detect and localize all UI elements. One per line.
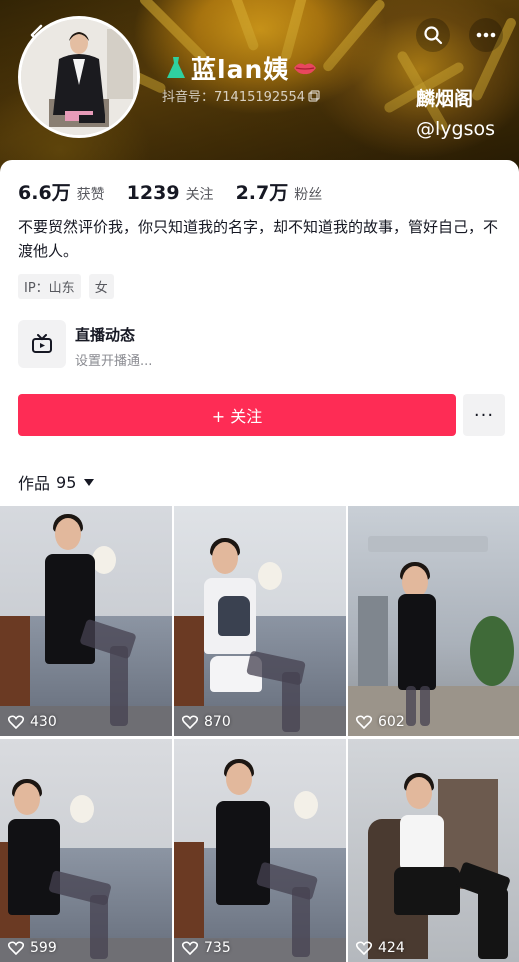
douyin-id-text: 抖音号：71415192554 [162, 90, 305, 105]
douyin-id[interactable]: 抖音号：71415192554 [162, 86, 320, 105]
bio-text: 不要贸然评价我，你只知道我的名字，却不知道我的故事，管好自己，不渡他人。 [18, 218, 499, 260]
heart-icon [356, 715, 372, 729]
copy-icon [308, 89, 320, 102]
like-count-text: 430 [30, 714, 57, 730]
video-tile[interactable]: 424 [348, 739, 519, 962]
stat-following[interactable]: 1239 关注 [127, 182, 214, 204]
like-count: 430 [8, 714, 57, 730]
more-icon [476, 32, 496, 38]
follow-button[interactable]: + 关注 [18, 394, 456, 436]
tv-icon [32, 334, 52, 353]
stat-followers[interactable]: 2.7万 粉丝 [236, 178, 323, 205]
watermark-title: 麟烟阁 [416, 88, 474, 110]
heart-icon [182, 715, 198, 729]
video-tile[interactable]: 599 [0, 739, 172, 962]
video-tile[interactable]: 430 [0, 506, 172, 736]
tag-gender: 女 [88, 274, 114, 299]
stat-label: 关注 [185, 187, 214, 203]
live-title[interactable]: 直播动态 [75, 324, 135, 345]
heart-icon [8, 941, 24, 955]
nickname: 蓝lan姨 [165, 50, 317, 86]
more-options-button[interactable] [469, 18, 503, 52]
chevron-down-icon [84, 478, 95, 486]
stats-row: 6.6万 获赞 1239 关注 2.7万 粉丝 [18, 178, 322, 205]
avatar-image [21, 19, 137, 135]
heart-icon [8, 715, 24, 729]
dress-icon [167, 57, 185, 78]
search-icon [424, 26, 443, 45]
stat-label: 粉丝 [294, 187, 323, 203]
stat-value: 1239 [126, 182, 180, 204]
search-button[interactable] [416, 18, 450, 52]
stat-label: 获赞 [76, 187, 105, 203]
more-actions-button[interactable]: ··· [463, 394, 505, 436]
like-count-text: 424 [378, 940, 405, 956]
like-count: 424 [356, 940, 405, 956]
heart-icon [182, 941, 198, 955]
like-count: 870 [182, 714, 231, 730]
tab-works[interactable]: 作品 95 [18, 470, 95, 494]
tag-ip-location: IP：山东 [18, 274, 81, 299]
stat-value: 6.6万 [18, 182, 71, 204]
video-tile[interactable]: 870 [174, 506, 346, 736]
avatar[interactable] [18, 16, 140, 138]
like-count-text: 602 [378, 714, 405, 730]
like-count-text: 599 [30, 940, 57, 956]
watermark-handle: @lygsos [416, 118, 496, 140]
works-count: 95 [56, 472, 77, 492]
video-tile[interactable]: 602 [348, 506, 519, 736]
video-tile[interactable]: 735 [174, 739, 346, 962]
stat-value: 2.7万 [235, 182, 289, 204]
live-subtitle: 设置开播通... [75, 354, 153, 369]
like-count: 602 [356, 714, 405, 730]
like-count-text: 870 [204, 714, 231, 730]
like-count-text: 735 [204, 940, 231, 956]
lips-icon [294, 63, 317, 75]
like-count: 599 [8, 940, 57, 956]
heart-icon [356, 941, 372, 955]
live-feed-button[interactable] [18, 320, 66, 368]
stat-likes[interactable]: 6.6万 获赞 [18, 178, 105, 205]
profile-tags: IP：山东 女 [18, 274, 114, 299]
nickname-text: 蓝lan姨 [191, 55, 290, 84]
works-label: 作品 [18, 474, 51, 493]
like-count: 735 [182, 940, 231, 956]
video-grid: 430 870 602 599 735 424 [0, 506, 519, 962]
